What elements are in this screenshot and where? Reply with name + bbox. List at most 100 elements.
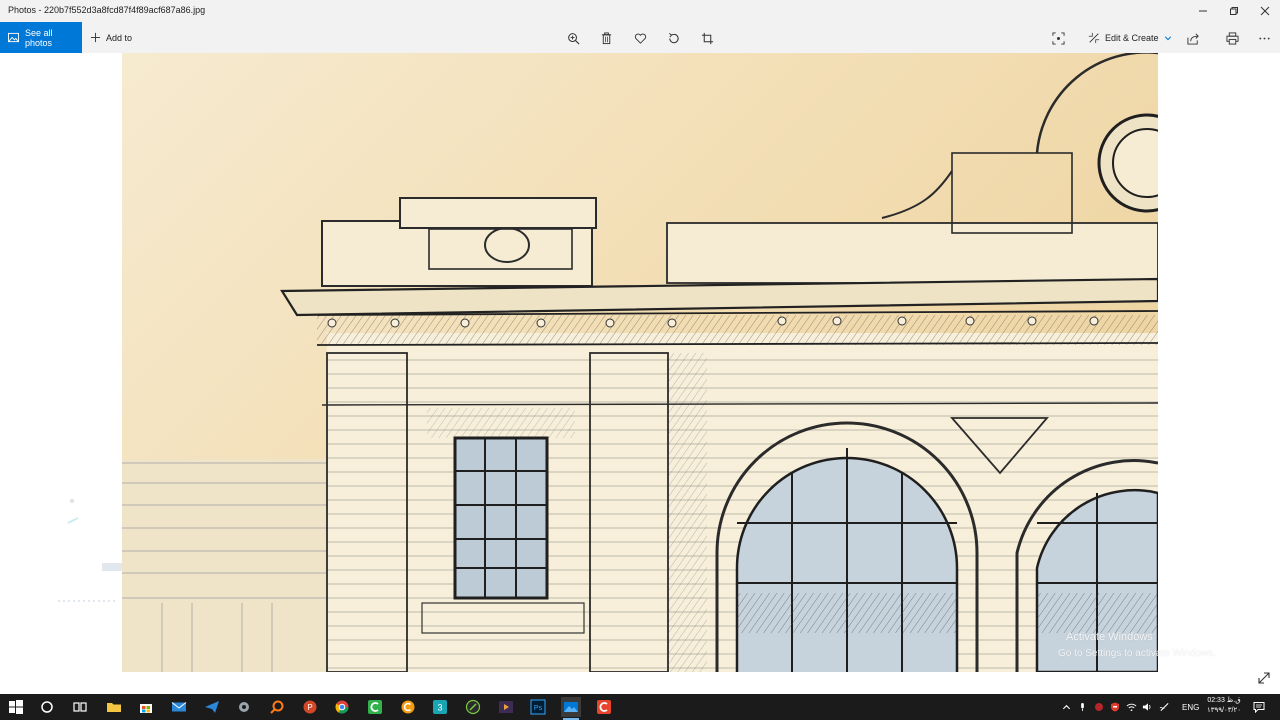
notification-button[interactable] [1253, 694, 1265, 720]
title-bar: Photos - 220b7f552d3a8fcd87f4f89acf687a8… [0, 0, 1280, 22]
pen-app-icon [465, 699, 481, 715]
start-button[interactable] [6, 697, 26, 717]
edit-icon [1088, 32, 1100, 43]
cortana-icon [41, 701, 53, 713]
activate-windows-subtitle: Go to Settings to activate Windows. [1058, 648, 1216, 659]
plus-icon [90, 32, 101, 43]
notification-icon [1253, 702, 1265, 713]
taskbar-photoshop[interactable]: Ps [528, 697, 548, 717]
tray-volume[interactable] [1142, 694, 1153, 720]
teal-app-icon: 3 [433, 700, 447, 714]
taskbar-photos[interactable] [561, 697, 581, 720]
crop-icon [701, 32, 713, 44]
enhance-button[interactable] [1050, 30, 1066, 46]
print-button[interactable] [1224, 30, 1240, 46]
task-view-button[interactable] [70, 697, 90, 717]
clock-date: ۱۳۹۹/۰۳/۲۰ [1207, 707, 1241, 714]
search-app-icon [270, 700, 284, 714]
speaker-icon [1142, 703, 1151, 711]
clock-time: 02:33 ق.ظ [1207, 697, 1241, 704]
chevron-down-icon [1164, 35, 1171, 40]
zoom-button[interactable] [565, 30, 581, 46]
green-app-icon [368, 700, 382, 714]
close-icon [1260, 6, 1270, 16]
delete-button[interactable] [598, 30, 614, 46]
language-indicator[interactable]: ENG [1182, 694, 1199, 720]
add-to-label: Add to [106, 32, 133, 43]
folder-icon [107, 703, 121, 712]
close-button[interactable] [1250, 0, 1280, 22]
taskbar-app-6[interactable]: 3 [430, 697, 450, 717]
task-view-icon [73, 702, 87, 712]
app-toolbar: See all photos Add to Edit & Create [0, 22, 1280, 53]
fullscreen-icon[interactable] [1256, 670, 1272, 686]
heart-icon [634, 33, 646, 44]
shield-icon [1111, 702, 1119, 712]
svg-text:3: 3 [437, 703, 442, 713]
rotate-icon [668, 32, 679, 43]
more-options-button[interactable] [1256, 30, 1272, 46]
see-all-photos-label: See all photos [25, 27, 53, 48]
trash-icon [601, 31, 611, 44]
photo-viewer: Activate Windows Go to Settings to activ… [0, 53, 1280, 694]
wifi-icon [1126, 703, 1137, 712]
taskbar-app-4[interactable] [365, 697, 385, 717]
gear-icon [239, 702, 249, 712]
watermark-mark-icon [58, 499, 122, 602]
store-icon [140, 704, 152, 713]
rotate-button[interactable] [665, 30, 681, 46]
photo-image[interactable] [122, 53, 1158, 672]
clock[interactable]: 02:33 ق.ظ ۱۳۹۹/۰۳/۲۰ [1200, 696, 1248, 716]
share-icon [1186, 33, 1199, 45]
minimize-button[interactable] [1188, 0, 1218, 22]
tray-app-a[interactable] [1094, 694, 1104, 720]
favorite-button[interactable] [632, 30, 648, 46]
taskbar-app-3[interactable] [267, 697, 287, 717]
taskbar-store[interactable] [136, 697, 156, 717]
tray-overflow-button[interactable] [1062, 694, 1071, 720]
taskbar-app-7[interactable] [463, 697, 483, 717]
taskbar-app-1[interactable] [202, 697, 222, 717]
media-app-icon [499, 701, 513, 713]
edit-create-label: Edit & Create [1105, 32, 1159, 43]
tray-microphone[interactable] [1078, 694, 1087, 720]
see-all-photos-button[interactable]: See all photos [0, 22, 82, 53]
taskbar: P 3 Ps ENG 02:33 ق.ظ ۱۳۹۹/۰۳/۲۰ [0, 694, 1280, 720]
crop-button[interactable] [699, 30, 715, 46]
architecture-sketch-image [122, 53, 1158, 672]
photoshop-icon: Ps [530, 699, 546, 715]
share-button[interactable] [1185, 30, 1201, 46]
photos-app-icon [564, 702, 578, 712]
svg-text:P: P [307, 703, 312, 712]
add-to-button[interactable]: Add to [90, 22, 132, 53]
microphone-icon [1081, 702, 1084, 712]
taskbar-chrome[interactable] [332, 697, 352, 717]
chrome-icon [335, 700, 349, 714]
taskbar-app-5[interactable] [398, 697, 418, 717]
restore-button[interactable] [1219, 0, 1249, 22]
watermark-overlay [58, 493, 122, 613]
red-circle-icon [1095, 703, 1103, 711]
printer-icon [1225, 31, 1239, 45]
taskbar-file-explorer[interactable] [104, 697, 124, 717]
windows-logo-icon [9, 700, 23, 714]
tray-pen[interactable] [1159, 694, 1170, 720]
pen-icon [1159, 702, 1169, 712]
zoom-icon [567, 32, 579, 44]
edit-create-button[interactable]: Edit & Create [1088, 22, 1172, 53]
red-app-icon [597, 700, 611, 714]
taskbar-mail[interactable] [169, 697, 189, 717]
paper-plane-icon [205, 701, 219, 713]
taskbar-app-2[interactable] [234, 697, 254, 717]
taskbar-app-9[interactable] [594, 697, 614, 717]
window-title: Photos - 220b7f552d3a8fcd87f4f89acf687a8… [8, 5, 206, 15]
tray-network[interactable] [1126, 694, 1137, 720]
photo-icon [8, 32, 19, 43]
tray-app-b[interactable] [1110, 694, 1120, 720]
taskbar-app-8[interactable] [496, 697, 516, 717]
taskbar-powerpoint[interactable]: P [300, 697, 320, 717]
search-button[interactable] [37, 697, 57, 717]
activate-windows-title: Activate Windows [1066, 631, 1153, 643]
mail-icon [171, 702, 187, 712]
chevron-up-icon [1062, 704, 1071, 709]
